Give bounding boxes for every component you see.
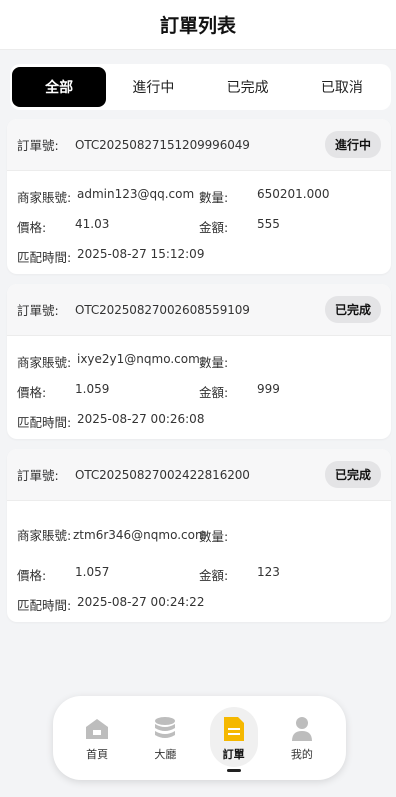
tab-in-progress[interactable]: 進行中: [106, 67, 200, 107]
document-icon: [219, 715, 249, 743]
nav-item-profile[interactable]: 我的: [273, 715, 331, 762]
match-time-value: 2025-08-27 00:26:08: [77, 411, 205, 426]
order-card[interactable]: 訂單號: OTC20250827002422816200 已完成 商家賬號: zt…: [7, 449, 391, 622]
match-time-value: 2025-08-27 00:24:22: [77, 594, 205, 609]
nav-item-orders[interactable]: 訂單: [205, 706, 263, 772]
home-icon: [82, 715, 112, 743]
amount-label: 金額:: [199, 567, 229, 583]
price-value: 1.057: [75, 564, 110, 579]
amount-label: 金額:: [199, 219, 229, 235]
order-no-value: OTC20250827002422816200: [75, 467, 250, 482]
order-card-body: 商家賬號: ixye2y1@nqmo.com 數量: 價格: 1.059 金額: 99…: [7, 336, 391, 436]
tab-all[interactable]: 全部: [12, 67, 107, 107]
order-no-label: 訂單號:: [17, 303, 59, 318]
quantity-label: 數量:: [199, 354, 229, 370]
quantity-label: 數量:: [199, 189, 229, 205]
nav-label: 首頁: [86, 747, 109, 761]
status-badge: 進行中: [324, 131, 381, 158]
quantity-label: 數量:: [199, 528, 229, 544]
merchant-account-value: admin123@qq.com: [77, 186, 195, 201]
price-label: 價格:: [17, 219, 47, 235]
page-header: 訂單列表: [0, 0, 396, 50]
order-card[interactable]: 訂單號: OTC20250827151209996049 進行中 商家賬號: ad…: [7, 119, 391, 274]
nav-item-lobby[interactable]: 大廳: [136, 715, 194, 762]
database-icon: [150, 715, 180, 743]
order-no-label: 訂單號:: [17, 468, 59, 483]
bottom-nav: 首頁 大廳 訂單 我的: [53, 696, 346, 780]
order-no-value: OTC20250827002608559109: [75, 302, 250, 317]
order-card-body: 商家賬號: ztm6r346@nqmo.com 數量: 價格: 1.057 金額: 1…: [7, 501, 391, 619]
order-card-header: 訂單號: OTC20250827002608559109 已完成: [7, 284, 391, 336]
order-no-value: OTC20250827151209996049: [75, 137, 250, 152]
amount-value: 555: [257, 216, 280, 231]
status-tabs: 全部 進行中 已完成 已取消: [10, 64, 391, 110]
price-label: 價格:: [17, 567, 47, 583]
active-underline: [226, 768, 241, 772]
price-value: 1.059: [75, 381, 110, 396]
status-badge: 已完成: [324, 296, 381, 323]
status-badge: 已完成: [324, 461, 381, 488]
match-time-label: 匹配時間:: [17, 249, 72, 265]
price-value: 41.03: [75, 216, 110, 231]
order-card-body: 商家賬號: admin123@qq.com 數量: 650201.000 價格: 41…: [7, 171, 391, 271]
merchant-account-value: ztm6r346@nqmo.com: [73, 528, 207, 542]
quantity-value: 650201.000: [257, 186, 330, 201]
merchant-account-label: 商家賬號:: [17, 189, 72, 205]
order-card-header: 訂單號: OTC20250827151209996049 進行中: [7, 119, 391, 171]
price-label: 價格:: [17, 384, 47, 400]
amount-value: 123: [257, 564, 280, 579]
user-icon: [287, 715, 317, 743]
order-card[interactable]: 訂單號: OTC20250827002608559109 已完成 商家賬號: ix…: [7, 284, 391, 439]
match-time-label: 匹配時間:: [17, 414, 72, 430]
nav-label: 訂單: [222, 747, 245, 761]
page-title: 訂單列表: [159, 15, 236, 37]
merchant-account-label: 商家賬號:: [17, 354, 72, 370]
order-no-label: 訂單號:: [17, 138, 59, 153]
nav-label: 我的: [290, 747, 313, 761]
nav-label: 大廳: [154, 747, 177, 761]
match-time-label: 匹配時間:: [17, 597, 72, 613]
merchant-account-value: ixye2y1@nqmo.com: [77, 351, 200, 366]
merchant-account-label: 商家賬號:: [17, 527, 72, 543]
amount-label: 金額:: [199, 384, 229, 400]
order-card-header: 訂單號: OTC20250827002422816200 已完成: [7, 449, 391, 501]
match-time-value: 2025-08-27 15:12:09: [77, 246, 205, 261]
nav-item-home[interactable]: 首頁: [68, 715, 126, 762]
tab-completed[interactable]: 已完成: [201, 67, 295, 107]
amount-value: 999: [257, 381, 280, 396]
tab-cancelled[interactable]: 已取消: [295, 67, 389, 107]
